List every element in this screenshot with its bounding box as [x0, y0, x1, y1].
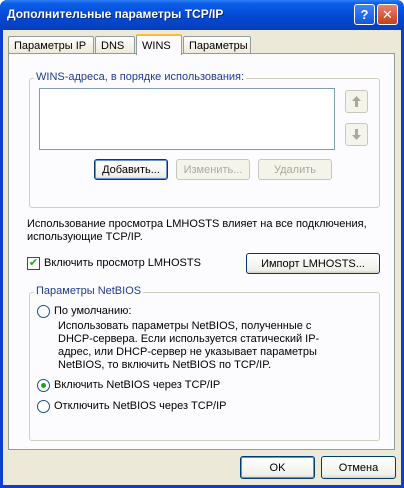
- lmhosts-checkbox-label[interactable]: Включить просмотр LMHOSTS: [44, 257, 201, 269]
- close-icon: ✕: [382, 6, 393, 22]
- wins-address-list[interactable]: [39, 88, 335, 150]
- tab-label: WINS: [142, 39, 171, 52]
- import-lmhosts-button[interactable]: Импорт LMHOSTS...: [246, 253, 380, 274]
- netbios-default-radio[interactable]: [37, 305, 50, 318]
- netbios-disable-radio[interactable]: [37, 400, 50, 413]
- arrow-up-icon: [352, 96, 361, 107]
- title-bar[interactable]: Дополнительные параметры TCP/IP ? ✕: [0, 0, 404, 30]
- radio-selected-dot: [41, 383, 46, 388]
- edit-button-label: Изменить...: [183, 163, 243, 176]
- tab-wins[interactable]: WINS: [136, 34, 182, 55]
- close-button[interactable]: ✕: [377, 4, 398, 25]
- netbios-default-label[interactable]: По умолчанию:: [54, 305, 131, 317]
- lmhosts-description: Использование просмотра LMHOSTS влияет н…: [27, 218, 367, 243]
- edit-button[interactable]: Изменить...: [176, 159, 250, 180]
- add-button-label: Добавить...: [102, 163, 160, 176]
- ok-button-label: OK: [269, 461, 286, 474]
- ok-button[interactable]: OK: [240, 456, 315, 479]
- dialog-window: Дополнительные параметры TCP/IP ? ✕ Пара…: [0, 0, 404, 488]
- window-title: Дополнительные параметры TCP/IP: [7, 7, 224, 21]
- dialog-client-area: Параметры IP DNS WINS Параметры WINS-адр…: [3, 30, 401, 485]
- lmhosts-checkbox[interactable]: ✔: [27, 257, 40, 270]
- netbios-disable-label[interactable]: Отключить NetBIOS через TCP/IP: [54, 400, 227, 412]
- move-down-button[interactable]: [345, 123, 368, 146]
- import-lmhosts-label: Импорт LMHOSTS...: [261, 257, 365, 270]
- wins-tab-panel: WINS-адреса, в порядке использования: До…: [8, 53, 395, 450]
- tab-dns[interactable]: DNS: [95, 36, 135, 54]
- wins-addresses-legend: WINS-адреса, в порядке использования:: [34, 71, 247, 83]
- tab-ip-settings[interactable]: Параметры IP: [8, 36, 94, 54]
- help-button[interactable]: ?: [354, 4, 375, 25]
- remove-button[interactable]: Удалить: [258, 159, 332, 180]
- cancel-button[interactable]: Отмена: [321, 456, 396, 479]
- cancel-button-label: Отмена: [338, 461, 379, 474]
- add-button[interactable]: Добавить...: [94, 159, 168, 180]
- help-icon: ?: [360, 7, 369, 22]
- checkmark-icon: ✔: [28, 257, 39, 269]
- netbios-legend: Параметры NetBIOS: [34, 285, 144, 297]
- netbios-enable-radio[interactable]: [37, 379, 50, 392]
- netbios-default-description: Использовать параметры NetBIOS, полученн…: [58, 320, 320, 371]
- remove-button-label: Удалить: [274, 163, 316, 176]
- tab-label: Параметры: [189, 39, 248, 52]
- tab-label: Параметры IP: [14, 39, 87, 52]
- tab-label: DNS: [101, 39, 125, 52]
- move-up-button[interactable]: [345, 90, 368, 113]
- netbios-enable-label[interactable]: Включить NetBIOS через TCP/IP: [54, 379, 220, 391]
- arrow-down-icon: [352, 129, 361, 140]
- tab-options[interactable]: Параметры: [183, 36, 251, 54]
